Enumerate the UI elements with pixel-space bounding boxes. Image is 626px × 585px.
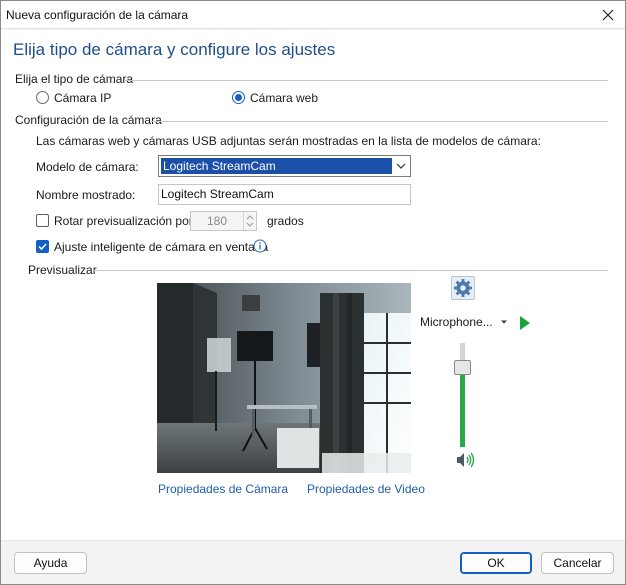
window-title: Nueva configuración de la cámara xyxy=(6,8,189,22)
dialog-body: Elija tipo de cámara y configure los aju… xyxy=(1,30,625,540)
camera-config-dialog: Nueva configuración de la cámara Elija t… xyxy=(0,0,626,585)
stepper-arrows[interactable] xyxy=(243,212,256,230)
audio-settings-button[interactable] xyxy=(451,276,475,300)
rotate-degrees-value: 180 xyxy=(206,214,228,228)
camera-model-value: Logitech StreamCam xyxy=(161,158,392,174)
ok-button[interactable]: OK xyxy=(460,552,532,574)
play-icon[interactable] xyxy=(519,316,531,330)
camera-preview-image xyxy=(157,283,411,473)
video-properties-link[interactable]: Propiedades de Video xyxy=(307,482,425,496)
radio-ip-camera[interactable] xyxy=(36,91,49,104)
camera-config-section-label: Configuración de la cámara xyxy=(15,113,162,127)
dialog-heading: Elija tipo de cámara y configure los aju… xyxy=(13,40,336,59)
dropdown-arrow-icon xyxy=(501,320,508,324)
smart-fit-checkbox[interactable] xyxy=(36,240,49,253)
radio-ip-camera-label[interactable]: Cámara IP xyxy=(54,91,111,105)
checkmark-icon xyxy=(38,243,47,251)
rotate-preview-label[interactable]: Rotar previsualización por: xyxy=(54,214,196,228)
cancel-button[interactable]: Cancelar xyxy=(541,552,614,574)
rotate-unit-label: grados xyxy=(267,214,304,228)
camera-properties-link[interactable]: Propiedades de Cámara xyxy=(158,482,288,496)
title-bar: Nueva configuración de la cámara xyxy=(1,1,625,29)
preview-section-label: Previsualizar xyxy=(28,263,97,277)
volume-slider-thumb[interactable] xyxy=(454,360,471,375)
camera-type-divider xyxy=(125,80,608,81)
close-icon xyxy=(602,9,614,21)
dialog-footer: Ayuda OK Cancelar xyxy=(1,540,625,584)
preview-divider xyxy=(93,270,608,271)
smart-fit-label[interactable]: Ajuste inteligente de cámara en ventana xyxy=(54,240,268,254)
camera-list-info: Las cámaras web y cámaras USB adjuntas s… xyxy=(36,134,541,148)
display-name-input[interactable]: Logitech StreamCam xyxy=(158,184,411,205)
camera-type-section-label: Elija el tipo de cámara xyxy=(15,72,134,86)
camera-preview xyxy=(157,283,411,473)
close-button[interactable] xyxy=(597,4,619,26)
camera-model-select[interactable]: Logitech StreamCam xyxy=(158,155,411,177)
radio-web-camera[interactable] xyxy=(232,91,245,104)
help-button[interactable]: Ayuda xyxy=(14,552,87,574)
gear-icon xyxy=(454,279,472,297)
volume-slider-fill xyxy=(460,369,465,447)
rotate-preview-checkbox[interactable] xyxy=(36,214,49,227)
chevron-down-icon xyxy=(396,163,406,169)
microphone-select-label: Microphone... xyxy=(420,315,493,329)
camera-config-divider xyxy=(151,121,608,122)
stepper-arrows-icon xyxy=(246,215,254,227)
info-icon[interactable] xyxy=(253,239,267,253)
microphone-select[interactable]: Microphone... xyxy=(420,315,508,329)
speaker-icon xyxy=(457,452,475,468)
rotate-degrees-stepper[interactable]: 180 xyxy=(190,211,257,231)
camera-model-label: Modelo de cámara: xyxy=(36,160,139,174)
display-name-label: Nombre mostrado: xyxy=(36,188,136,202)
radio-web-camera-label[interactable]: Cámara web xyxy=(250,91,318,105)
